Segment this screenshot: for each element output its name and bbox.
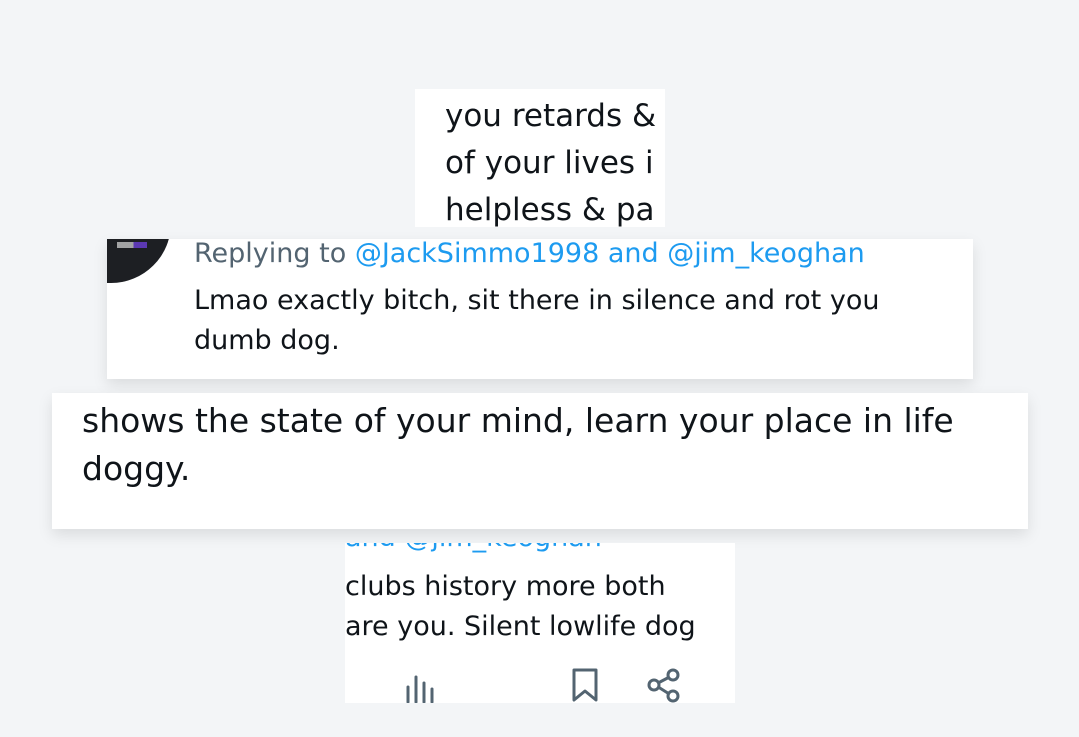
replying-to-line: Replying to @JackSimmo1998 and @jim_keog… bbox=[194, 239, 865, 271]
tweet-text: Lmao exactly bitch, sit there in silence… bbox=[194, 285, 880, 356]
tweet-fragment-1: you retards & of your lives i helpless &… bbox=[415, 89, 665, 227]
mention-link[interactable]: and @jim_keoghan bbox=[345, 543, 602, 555]
views-icon[interactable] bbox=[403, 671, 439, 703]
tweet-text: clubs history more both are you. Silent … bbox=[345, 567, 696, 647]
text-line: clubs history more both bbox=[345, 571, 666, 602]
bookmark-icon[interactable] bbox=[567, 667, 603, 703]
share-icon[interactable] bbox=[645, 667, 683, 703]
text-line: helpless & pa bbox=[445, 192, 655, 227]
mention-link[interactable]: @jim_keoghan bbox=[667, 239, 865, 269]
tweet-fragment-4: and @jim_keoghan clubs history more both… bbox=[345, 543, 735, 703]
text-line: you retards & bbox=[445, 98, 657, 134]
avatar[interactable] bbox=[107, 239, 171, 283]
mention-link[interactable]: @JackSimmo1998 bbox=[355, 239, 599, 269]
text-line: are you. Silent lowlife dog bbox=[345, 611, 696, 642]
tweet-text: shows the state of your mind, learn your… bbox=[82, 401, 954, 488]
tweet-fragment-3: shows the state of your mind, learn your… bbox=[52, 393, 1028, 529]
replying-to-label: Replying to bbox=[194, 239, 347, 269]
text-line: of your lives i bbox=[445, 145, 654, 181]
reply-tweet-fragment: Replying to @JackSimmo1998 and @jim_keog… bbox=[107, 239, 973, 379]
mention-connector: and bbox=[607, 239, 659, 269]
tweet-text: you retards & of your lives i helpless &… bbox=[445, 93, 656, 227]
